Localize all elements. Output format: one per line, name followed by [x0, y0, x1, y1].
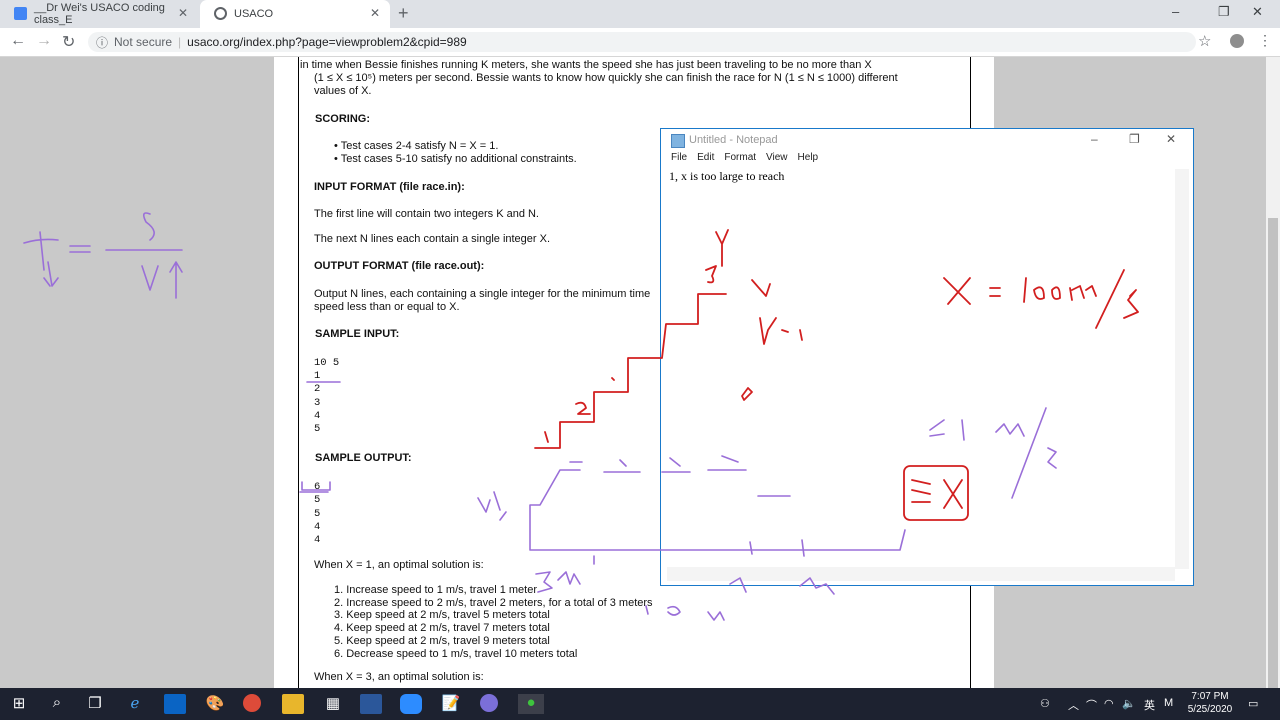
solution-step: 4. Keep speed at 2 m/s, travel 7 meters …	[334, 622, 550, 634]
people-icon[interactable]: ⚇	[1040, 697, 1050, 710]
search-icon[interactable]: ⌕	[46, 694, 68, 714]
docs-icon	[14, 7, 27, 20]
divider: |	[178, 35, 182, 49]
word-icon[interactable]	[360, 694, 382, 714]
input-language[interactable]: 英	[1144, 697, 1155, 713]
file-explorer-icon[interactable]	[282, 694, 304, 714]
calculator-icon[interactable]: ▦	[322, 694, 344, 714]
page-border-left	[298, 57, 299, 688]
minimize-button[interactable]: –	[1172, 4, 1179, 19]
bookmark-star-icon[interactable]: ☆	[1198, 32, 1211, 50]
chrome-icon[interactable]	[243, 694, 261, 712]
maximize-button[interactable]: ❐	[1218, 4, 1230, 20]
info-icon[interactable]: ⓘ	[96, 34, 108, 51]
profile-avatar[interactable]	[1230, 34, 1244, 48]
solution-step: 5. Keep speed at 2 m/s, travel 9 meters …	[334, 635, 550, 647]
app-icon[interactable]	[480, 694, 498, 712]
notifications-icon[interactable]: ▭	[1248, 697, 1258, 710]
reload-button[interactable]: ↻	[62, 32, 75, 52]
output-text: speed less than or equal to X.	[314, 301, 460, 313]
intro-text: values of X.	[314, 85, 372, 97]
windows-start-icon[interactable]: ⊞	[8, 694, 30, 714]
sample-output-line: 4	[314, 534, 321, 546]
sample-input-line: 2	[314, 383, 321, 395]
sample-input-line: 4	[314, 410, 321, 422]
browser-menu-icon[interactable]: ⋮	[1258, 32, 1272, 49]
clock-time: 7:07 PM	[1191, 691, 1229, 702]
address-bar[interactable]: ⓘ Not secure | usaco.org/index.php?page=…	[88, 32, 1196, 52]
sample-input-line: 1	[314, 370, 321, 382]
notepad-window: Untitled - Notepad – ❐ ✕ File Edit Forma…	[660, 128, 1194, 586]
back-button[interactable]: ←	[10, 32, 26, 50]
close-tab-icon[interactable]: ✕	[370, 6, 380, 20]
show-hidden-icons[interactable]: ︿	[1068, 697, 1079, 713]
input-format-heading: INPUT FORMAT (file race.in):	[314, 181, 465, 193]
intro-text: (1 ≤ X ≤ 10⁵) meters per second. Bessie …	[314, 72, 898, 84]
outlook-icon[interactable]	[164, 694, 186, 714]
notepad-title: Untitled - Notepad	[689, 134, 778, 146]
globe-icon	[214, 7, 227, 20]
close-tab-icon[interactable]: ✕	[178, 6, 188, 20]
tab-usaco[interactable]: USACO ✕	[200, 0, 390, 28]
new-tab-button[interactable]: +	[398, 3, 409, 24]
tab-coding-class[interactable]: __Dr Wei's USACO coding class_E ✕	[0, 0, 198, 28]
wechat-icon[interactable]: ●	[518, 694, 544, 714]
scoring-item: • Test cases 5-10 satisfy no additional …	[334, 153, 577, 165]
edge-icon[interactable]: ℯ	[124, 694, 146, 714]
sample-input-heading: SAMPLE INPUT:	[315, 328, 400, 340]
notepad-vertical-scrollbar[interactable]	[1175, 169, 1189, 569]
notepad-text-area[interactable]: 1, x is too large to reach	[667, 169, 1179, 569]
clock-date: 5/25/2020	[1187, 704, 1233, 715]
close-window-button[interactable]: ✕	[1252, 4, 1263, 20]
output-text: Output N lines, each containing a single…	[314, 288, 651, 300]
notepad-maximize-button[interactable]: ❐	[1129, 132, 1140, 146]
sample-output-line: 5	[314, 508, 321, 520]
input-text: The next N lines each contain a single i…	[314, 233, 551, 245]
security-label: Not secure	[114, 35, 173, 49]
ime-icon[interactable]: M	[1164, 697, 1173, 709]
menu-view[interactable]: View	[766, 152, 788, 169]
sample-input-line: 10 5	[314, 357, 340, 369]
system-clock[interactable]: 7:07 PM 5/25/2020	[1180, 690, 1240, 716]
paint-icon[interactable]: 🎨	[204, 694, 226, 714]
notepad-text: 1, x is too large to reach	[669, 169, 785, 183]
network-icon[interactable]: ⌒	[1086, 697, 1097, 713]
scoring-item: • Test cases 2-4 satisfy N = X = 1.	[334, 140, 499, 152]
menu-file[interactable]: File	[671, 152, 687, 169]
solution-step: 1. Increase speed to 1 m/s, travel 1 met…	[334, 584, 537, 596]
forward-button[interactable]: →	[36, 32, 52, 50]
page-scrollbar-thumb[interactable]	[1268, 218, 1278, 688]
notepad-horizontal-scrollbar[interactable]	[667, 567, 1175, 581]
notepad-menu-bar: File Edit Format View Help	[661, 152, 1193, 169]
explanation-text: When X = 3, an optimal solution is:	[314, 671, 484, 683]
menu-edit[interactable]: Edit	[697, 152, 714, 169]
task-view-icon[interactable]: ❐	[84, 694, 106, 714]
solution-step: 6. Decrease speed to 1 m/s, travel 10 me…	[334, 648, 578, 660]
output-format-heading: OUTPUT FORMAT (file race.out):	[314, 260, 485, 272]
menu-help[interactable]: Help	[798, 152, 819, 169]
sample-output-line: 5	[314, 494, 321, 506]
menu-format[interactable]: Format	[724, 152, 756, 169]
volume-icon[interactable]: 🔈	[1122, 697, 1136, 710]
notepad-title-bar[interactable]: Untitled - Notepad	[661, 129, 1193, 152]
wifi-icon[interactable]: ◠	[1104, 697, 1114, 710]
intro-text: in time when Bessie finishes running K m…	[300, 59, 872, 71]
notepad-app-icon[interactable]: 📝	[440, 694, 462, 714]
notepad-icon	[671, 134, 685, 148]
solution-step: 3. Keep speed at 2 m/s, travel 5 meters …	[334, 609, 550, 621]
url-text: usaco.org/index.php?page=viewproblem2&cp…	[187, 35, 467, 49]
sample-output-line: 6	[314, 481, 321, 493]
explanation-text: When X = 1, an optimal solution is:	[314, 559, 484, 571]
tab-title: USACO	[234, 8, 274, 20]
sample-output-heading: SAMPLE OUTPUT:	[315, 452, 412, 464]
notepad-close-button[interactable]: ✕	[1166, 132, 1176, 146]
sample-input-line: 5	[314, 423, 321, 435]
scoring-heading: SCORING:	[315, 113, 370, 125]
tab-title: __Dr Wei's USACO coding class_E	[34, 2, 165, 26]
notepad-minimize-button[interactable]: –	[1091, 132, 1098, 146]
sample-input-line: 3	[314, 397, 321, 409]
zoom-icon[interactable]	[400, 694, 422, 714]
input-text: The first line will contain two integers…	[314, 208, 539, 220]
sample-output-line: 4	[314, 521, 321, 533]
